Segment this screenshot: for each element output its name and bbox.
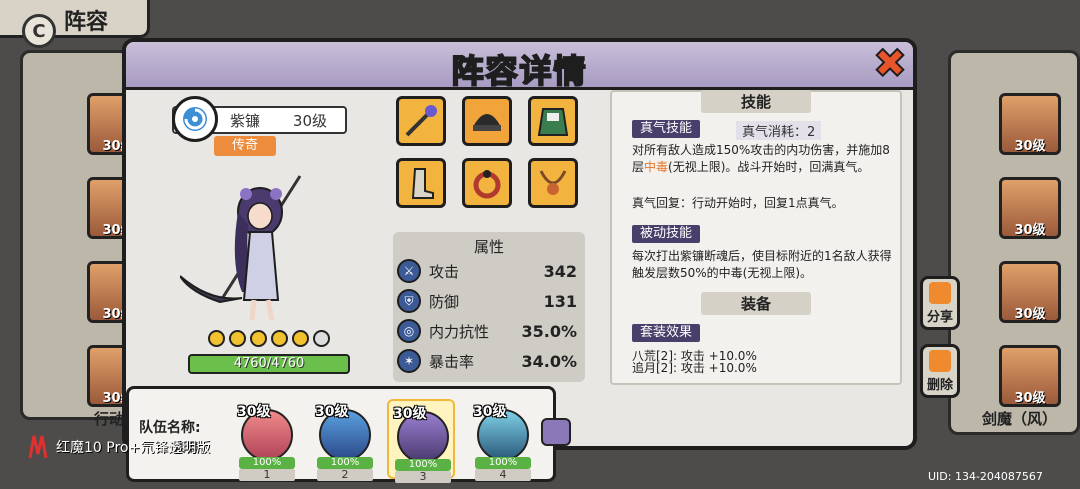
shield-icon: ⛨: [397, 289, 421, 313]
helmet-icon[interactable]: [462, 96, 512, 146]
screen-title: 阵容: [64, 10, 109, 35]
left-roster-panel: 30级 30级 30级 30级: [20, 50, 149, 420]
right-roster-panel: 30级 30级 30级 30级: [948, 50, 1080, 435]
device-logo-icon: [28, 435, 48, 459]
roster-card[interactable]: 30级: [999, 345, 1061, 407]
back-icon[interactable]: C: [22, 14, 56, 48]
swirl-icon: ◎: [397, 319, 421, 343]
skill-panel: 技能 真气技能 真气消耗：2 对所有敌人造成150%攻击的内功伤害，并施加8层中…: [610, 90, 902, 385]
attribute-label: 内力抗性: [429, 322, 490, 341]
attribute-row-attack: ⚔ 攻击 342: [397, 258, 577, 284]
trash-icon: [929, 349, 951, 372]
active-skill-desc: 对所有敌人造成150%攻击的内功伤害，并施加8层中毒(无视上限)。战斗开始时，回…: [632, 143, 890, 174]
attribute-label: 防御: [429, 292, 460, 311]
hero-panel: 紫镰 30级 传奇 4760/4760: [142, 92, 368, 382]
hero-portrait: [180, 175, 302, 321]
set-effect-tag: 套装效果: [632, 324, 701, 342]
weapon-staff-icon[interactable]: [396, 96, 446, 146]
ring-icon[interactable]: [462, 158, 512, 208]
passive-skill-desc: 每次打出紫镰断魂后，使目标附近的1名敌人获得触发层数50%的中毒(无视上限)。: [632, 249, 892, 280]
delete-button[interactable]: 删除: [920, 344, 960, 398]
crit-icon: ✶: [397, 349, 421, 373]
attribute-value: 34.0%: [521, 351, 577, 371]
star-icon: [271, 330, 288, 347]
sword-icon: ⚔: [397, 259, 421, 283]
roster-card[interactable]: 30级: [999, 261, 1061, 323]
star-icon: [250, 330, 267, 347]
modal-header: 阵容详情: [126, 42, 913, 91]
star-rating: [208, 330, 330, 347]
rarity-badge: 传奇: [214, 136, 276, 156]
attribute-value: 35.0%: [521, 321, 577, 341]
attribute-label: 暴击率: [429, 352, 475, 371]
star-icon: [292, 330, 309, 347]
qi-regen-desc: 真气回复：行动开始时，回复1点真气。: [632, 196, 844, 210]
team-member-selected[interactable]: 30级 100% 3: [387, 399, 455, 483]
team-switch-icon[interactable]: [541, 418, 571, 446]
qi-cost: 真气消耗：2: [736, 121, 822, 140]
star-icon: [229, 330, 246, 347]
team-member[interactable]: 30级 100% 2: [311, 399, 379, 481]
boots-icon[interactable]: [396, 158, 446, 208]
share-button[interactable]: 分享: [920, 276, 960, 330]
share-icon: [929, 281, 951, 304]
active-skill-tag: 真气技能: [632, 120, 701, 138]
roster-card[interactable]: 30级: [999, 93, 1061, 155]
close-icon[interactable]: ✖: [870, 40, 910, 88]
attribute-value: 131: [543, 291, 577, 311]
attribute-row-defense: ⛨ 防御 131: [397, 288, 577, 314]
set-effect-line: 追月[2]: 攻击 +10.0%: [632, 361, 757, 375]
star-empty-icon: [313, 330, 330, 347]
device-watermark: 红魔10 Pro+氘锋透明版: [28, 434, 210, 460]
team-member[interactable]: 30级 100% 4: [469, 399, 537, 481]
modal-title: 阵容详情: [450, 51, 588, 91]
vortex-icon: [172, 96, 218, 142]
skills-header: 技能: [612, 90, 900, 113]
armor-icon[interactable]: [528, 96, 578, 146]
attribute-value: 342: [543, 261, 577, 281]
attribute-panel: 属性 ⚔ 攻击 342 ⛨ 防御 131 ◎ 内力抗性 35.0% ✶ 暴击率 …: [393, 232, 585, 382]
attribute-row-crit: ✶ 暴击率 34.0%: [397, 348, 577, 374]
hp-bar: 4760/4760: [188, 354, 350, 374]
hero-name: 紫镰: [230, 111, 261, 130]
right-caption: 剑魔（风）: [982, 410, 1058, 428]
screen-title-bar: C 阵容: [0, 0, 150, 48]
star-icon: [208, 330, 225, 347]
passive-skill-tag: 被动技能: [632, 225, 701, 243]
team-member[interactable]: 30级 100% 1: [233, 399, 301, 481]
left-caption: 行动: [94, 410, 125, 428]
equipment-header: 装备: [612, 292, 900, 315]
uid-label: UID: 134-204087567: [928, 470, 1043, 483]
attribute-label: 攻击: [429, 262, 460, 281]
roster-card[interactable]: 30级: [999, 177, 1061, 239]
attribute-row-resist: ◎ 内力抗性 35.0%: [397, 318, 577, 344]
hero-level: 30级: [292, 111, 327, 130]
amulet-icon[interactable]: [528, 158, 578, 208]
attribute-title: 属性: [473, 238, 504, 256]
